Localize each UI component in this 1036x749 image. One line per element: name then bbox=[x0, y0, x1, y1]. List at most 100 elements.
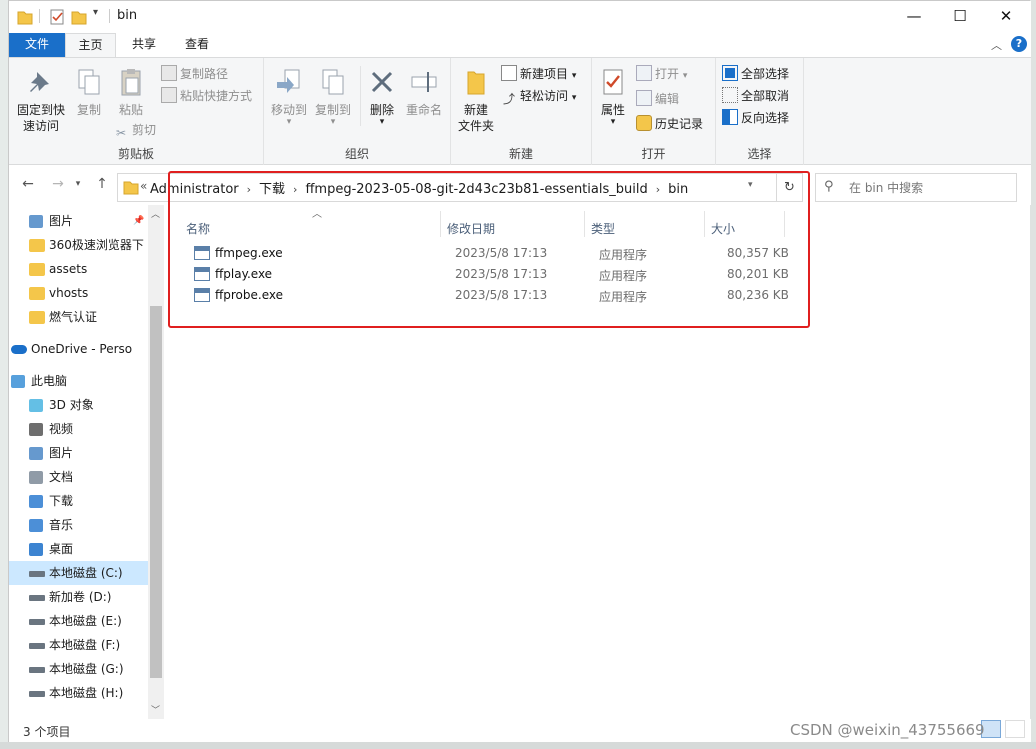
maximize-button[interactable]: ☐ bbox=[937, 1, 983, 32]
nav-item-label: 本地磁盘 (H:) bbox=[49, 686, 124, 700]
tab-view[interactable]: 查看 bbox=[174, 33, 220, 57]
folder-icon bbox=[29, 239, 45, 252]
large-icons-view-icon[interactable] bbox=[1005, 720, 1025, 738]
minimize-button[interactable]: — bbox=[891, 1, 937, 32]
drive-icon bbox=[29, 691, 45, 697]
explorer-window: ▾ bin — ☐ ✕ 文件 主页 共享 查看 ︿ ? 固定到快 速访问 复制 bbox=[8, 0, 1031, 743]
edit-icon bbox=[636, 90, 652, 106]
pictures-icon bbox=[29, 215, 43, 228]
qat-divider bbox=[39, 9, 40, 23]
nav-item[interactable]: OneDrive - Perso bbox=[9, 337, 157, 361]
drive-c-icon bbox=[29, 571, 45, 577]
nav-pane-scroll-thumb[interactable] bbox=[150, 306, 162, 678]
desktop-peek-bottom bbox=[0, 742, 1036, 749]
nav-item-label: 新加卷 (D:) bbox=[49, 590, 112, 604]
nav-item[interactable]: 桌面 bbox=[9, 537, 157, 561]
collapse-ribbon-icon[interactable]: ︿ bbox=[991, 37, 1002, 53]
copy-path-button[interactable]: 复制路径 bbox=[161, 64, 228, 84]
move-to-button[interactable]: 移动到 ▾ bbox=[268, 66, 310, 127]
downloads-icon bbox=[29, 495, 43, 508]
recent-locations-icon[interactable]: ▾ bbox=[67, 179, 89, 199]
close-button[interactable]: ✕ bbox=[983, 1, 1029, 32]
open-button[interactable]: 打开 ▾ bbox=[636, 64, 687, 84]
address-overflow-icon[interactable]: « bbox=[140, 179, 147, 193]
videos-icon bbox=[29, 423, 43, 436]
select-all-button[interactable]: 全部选择 bbox=[722, 64, 789, 84]
nav-item-label: 本地磁盘 (E:) bbox=[49, 614, 122, 628]
window-title: bin bbox=[117, 8, 138, 23]
easy-access-dropdown-icon: ▾ bbox=[571, 93, 577, 103]
nav-item[interactable]: 本地磁盘 (F:) bbox=[9, 633, 157, 657]
documents-icon bbox=[29, 471, 43, 484]
nav-item-label: vhosts bbox=[49, 286, 89, 300]
back-arrow-icon[interactable]: ← bbox=[17, 176, 39, 196]
nav-item[interactable]: 图片 bbox=[9, 441, 157, 465]
invert-selection-button[interactable]: 反向选择 bbox=[722, 108, 789, 128]
nav-item[interactable]: 新加卷 (D:) bbox=[9, 585, 157, 609]
onedrive-icon bbox=[11, 345, 27, 354]
drive-icon bbox=[29, 643, 45, 649]
help-icon[interactable]: ? bbox=[1011, 36, 1027, 52]
nav-item[interactable]: 此电脑 bbox=[9, 369, 157, 393]
nav-item[interactable]: 360极速浏览器下 bbox=[9, 233, 157, 257]
properties-button[interactable]: 属性 ▾ bbox=[596, 66, 630, 127]
select-none-button[interactable]: 全部取消 bbox=[722, 86, 789, 106]
search-placeholder[interactable]: 在 bin 中搜索 bbox=[849, 179, 923, 196]
scroll-up-icon[interactable]: ︿ bbox=[151, 207, 160, 220]
nav-item[interactable]: 本地磁盘 (C:) bbox=[9, 561, 157, 585]
tab-home[interactable]: 主页 bbox=[65, 33, 116, 57]
folder-icon bbox=[17, 11, 33, 25]
paste-icon bbox=[121, 69, 141, 96]
delete-button[interactable]: 删除 ▾ bbox=[364, 66, 400, 127]
properties-check-icon[interactable] bbox=[49, 8, 65, 26]
history-label: 历史记录 bbox=[655, 117, 704, 131]
copy-label: 复制 bbox=[76, 103, 101, 117]
new-item-button[interactable]: 新建项目 ▾ bbox=[501, 64, 576, 84]
nav-item[interactable]: 文档 bbox=[9, 465, 157, 489]
delete-x-icon bbox=[371, 71, 393, 93]
paste-shortcut-button[interactable]: 粘贴快捷方式 bbox=[161, 86, 252, 106]
nav-item[interactable]: 3D 对象 bbox=[9, 393, 157, 417]
pinned-icon[interactable]: 📌 bbox=[133, 209, 144, 233]
nav-item[interactable]: 音乐 bbox=[9, 513, 157, 537]
forward-arrow-icon[interactable]: → bbox=[47, 176, 69, 196]
qat-dropdown-icon[interactable]: ▾ bbox=[93, 7, 98, 18]
title-bar: ▾ bin — ☐ ✕ bbox=[9, 1, 1031, 33]
easy-access-button[interactable]: ⤴ 轻松访问 ▾ bbox=[501, 86, 576, 106]
edit-button[interactable]: 编辑 bbox=[636, 89, 679, 109]
nav-item-label: 本地磁盘 (F:) bbox=[49, 638, 121, 652]
copy-path-icon bbox=[161, 65, 177, 81]
nav-item[interactable]: 本地磁盘 (G:) bbox=[9, 657, 157, 681]
new-folder-icon bbox=[467, 71, 485, 95]
cut-button[interactable]: ✂ 剪切 bbox=[113, 120, 156, 140]
rename-icon bbox=[411, 72, 437, 92]
copy-to-icon bbox=[322, 69, 344, 95]
nav-item[interactable]: 本地磁盘 (E:) bbox=[9, 609, 157, 633]
rename-button[interactable]: 重命名 bbox=[402, 66, 446, 118]
history-button[interactable]: 历史记录 bbox=[636, 114, 703, 134]
nav-item[interactable]: 图片 📌 bbox=[9, 209, 157, 233]
drive-icon bbox=[29, 595, 45, 601]
nav-item[interactable]: 下载 bbox=[9, 489, 157, 513]
paste-button[interactable]: 粘贴 bbox=[111, 66, 151, 118]
up-arrow-icon[interactable]: ↑ bbox=[91, 176, 113, 196]
copy-button[interactable]: 复制 bbox=[69, 66, 109, 118]
nav-item[interactable]: 燃气认证 bbox=[9, 305, 157, 329]
nav-item[interactable]: 视频 bbox=[9, 417, 157, 441]
3d-objects-icon bbox=[29, 399, 43, 412]
paste-label: 粘贴 bbox=[118, 103, 143, 117]
desktop-icon bbox=[29, 543, 43, 556]
navigation-pane: 图片 📌 360极速浏览器下 assets vhosts 燃气认证 OneDrive - P… bbox=[9, 205, 164, 719]
nav-item[interactable]: assets bbox=[9, 257, 157, 281]
invert-selection-icon bbox=[722, 109, 738, 125]
scroll-down-icon[interactable]: ﹀ bbox=[151, 703, 160, 716]
new-folder-button[interactable]: 新建 文件夹 bbox=[455, 66, 497, 134]
nav-item[interactable]: 本地磁盘 (H:) bbox=[9, 681, 157, 705]
copy-to-button[interactable]: 复制到 ▾ bbox=[312, 66, 354, 127]
tab-share[interactable]: 共享 bbox=[121, 33, 167, 57]
nav-item[interactable]: vhosts bbox=[9, 281, 157, 305]
open-group-label: 打开 bbox=[641, 147, 666, 161]
new-folder-icon[interactable] bbox=[71, 8, 87, 26]
tab-file[interactable]: 文件 bbox=[9, 33, 65, 57]
pin-quick-access-button[interactable]: 固定到快 速访问 bbox=[13, 66, 69, 134]
